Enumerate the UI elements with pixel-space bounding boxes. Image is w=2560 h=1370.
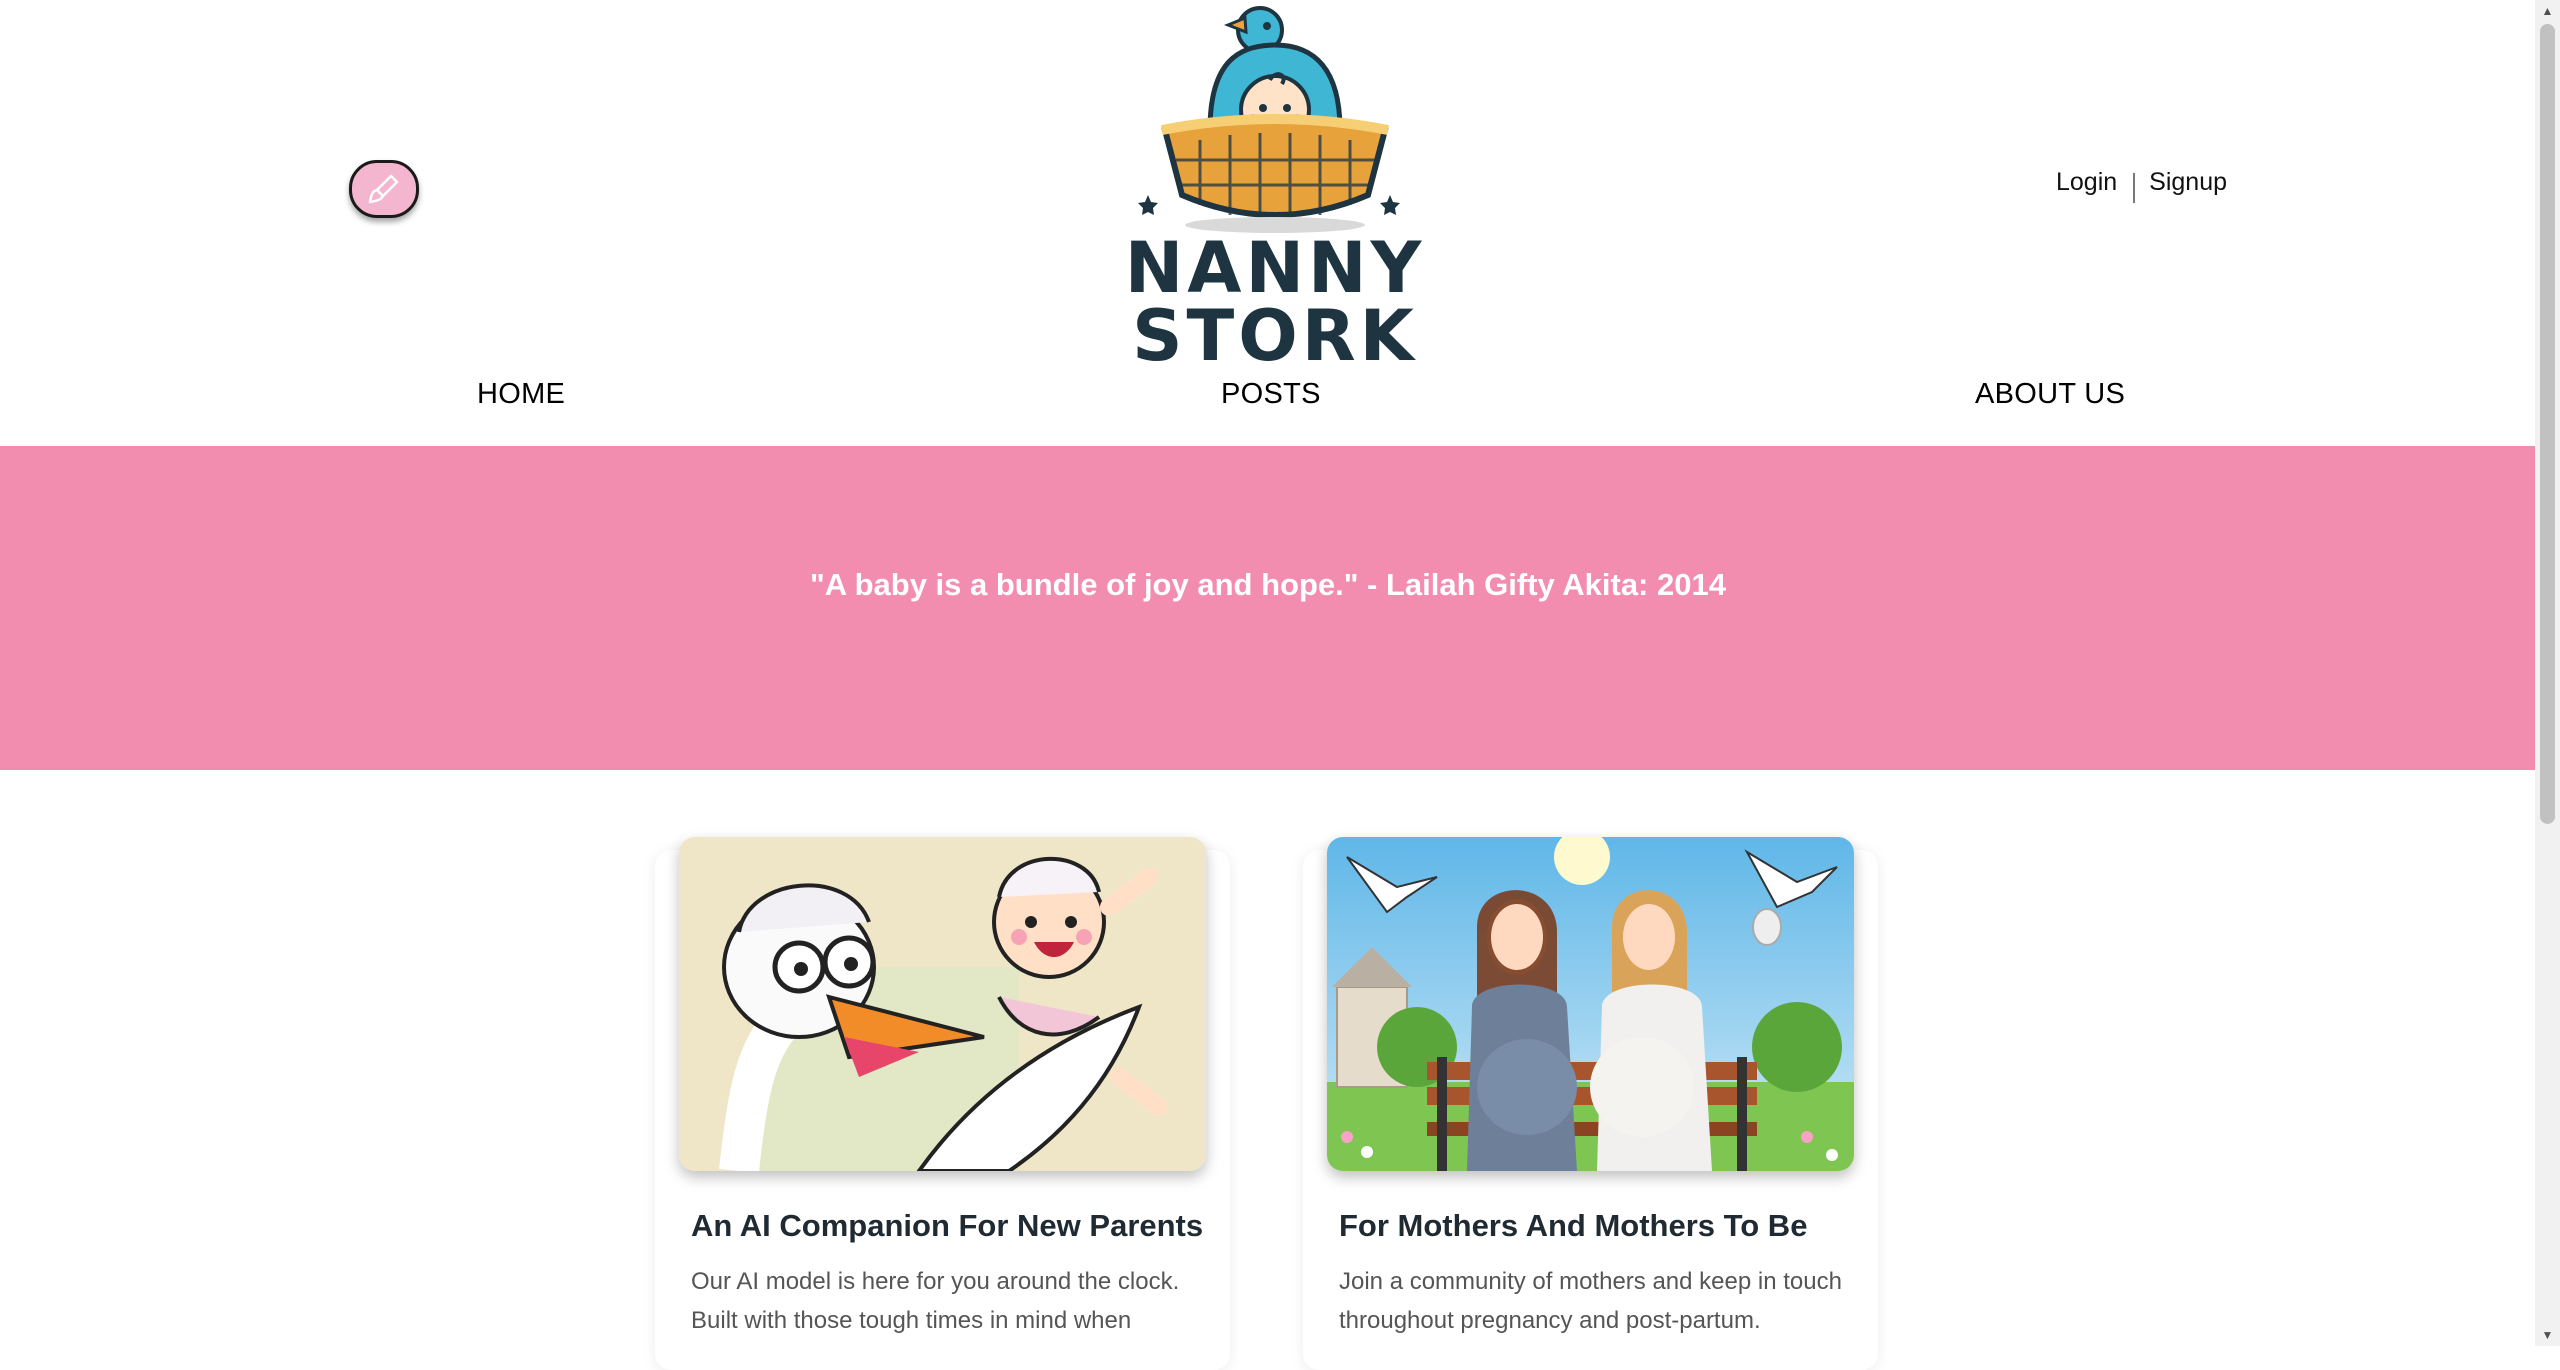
auth-divider (2133, 173, 2136, 203)
nav-home[interactable]: HOME (477, 378, 565, 411)
scrollbar-thumb[interactable] (2540, 24, 2555, 824)
scroll-down-arrow-icon[interactable]: ▼ (2535, 1324, 2560, 1346)
brush-icon (368, 174, 399, 204)
nanny-stork-logo[interactable]: NANNY STORK (1100, 0, 1450, 370)
theme-toggle-button[interactable] (349, 160, 419, 218)
vertical-scrollbar[interactable]: ▲ ▼ (2535, 0, 2560, 1346)
card-description: Join a community of mothers and keep in … (1339, 1268, 1842, 1334)
auth-links: Login Signup (2056, 167, 2227, 203)
feature-card-mothers[interactable]: For Mothers And Mothers To Be Join a com… (1303, 837, 1878, 1370)
signup-link[interactable]: Signup (2149, 168, 2227, 197)
card-description: Our AI model is here for you around the … (691, 1268, 1180, 1334)
banner-quote: "A baby is a bundle of joy and hope." - … (810, 567, 1726, 602)
card-title[interactable]: For Mothers And Mothers To Be (1339, 1208, 1859, 1244)
scroll-up-arrow-icon[interactable]: ▲ (2535, 0, 2560, 22)
card-image-stork-baby (679, 837, 1206, 1171)
quote-banner: "A baby is a bundle of joy and hope." - … (0, 446, 2535, 770)
nav-posts[interactable]: POSTS (1221, 378, 1321, 411)
card-image-mothers-bench (1327, 837, 1854, 1171)
site-header: NANNY STORK Login Signup HOME POSTS ABOU… (0, 0, 2535, 446)
logo-line2: STORK (1132, 295, 1418, 370)
login-link[interactable]: Login (2056, 168, 2117, 197)
feature-card-ai-companion[interactable]: An AI Companion For New Parents Our AI m… (655, 837, 1230, 1370)
nav-about-us[interactable]: ABOUT US (1975, 378, 2125, 411)
card-title[interactable]: An AI Companion For New Parents (691, 1208, 1211, 1244)
